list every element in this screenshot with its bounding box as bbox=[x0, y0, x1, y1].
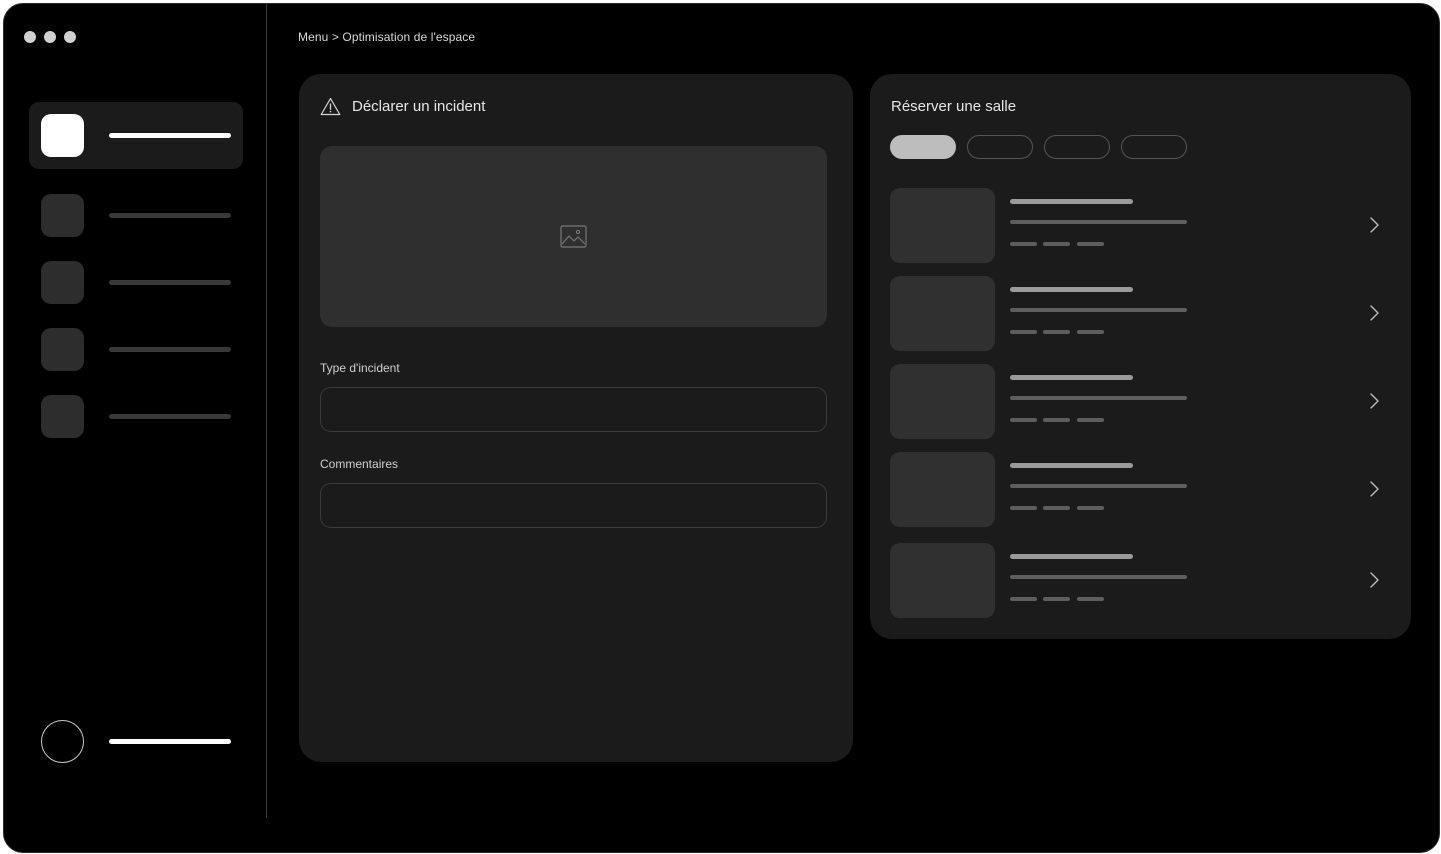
room-meta-placeholder bbox=[1043, 330, 1070, 334]
profile-menu[interactable] bbox=[41, 720, 255, 764]
room-list-item[interactable] bbox=[890, 543, 1390, 619]
sidebar-item-icon bbox=[41, 328, 84, 371]
room-meta-placeholder bbox=[1077, 418, 1104, 422]
room-title-placeholder bbox=[1010, 375, 1133, 380]
sidebar-item-label-placeholder bbox=[109, 133, 231, 138]
room-subtitle-placeholder bbox=[1010, 308, 1187, 312]
sidebar-item-icon bbox=[41, 114, 84, 157]
room-title-placeholder bbox=[1010, 287, 1133, 292]
filter-pill-4[interactable] bbox=[1121, 135, 1187, 159]
profile-name-placeholder bbox=[109, 739, 231, 744]
maximize-dot[interactable] bbox=[64, 31, 76, 43]
room-meta-placeholder bbox=[1043, 506, 1070, 510]
room-list-item[interactable] bbox=[890, 364, 1390, 440]
room-meta-placeholder bbox=[1077, 242, 1104, 246]
room-list-item[interactable] bbox=[890, 276, 1390, 352]
sidebar-item-label-placeholder bbox=[109, 280, 231, 285]
room-meta-placeholder bbox=[1077, 506, 1104, 510]
room-thumbnail bbox=[890, 543, 995, 618]
app-window: Menu > Optimisation de l'espace Déclarer… bbox=[3, 3, 1440, 853]
sidebar-item-3[interactable] bbox=[29, 249, 243, 316]
minimize-dot[interactable] bbox=[44, 31, 56, 43]
room-meta-placeholder bbox=[1010, 506, 1037, 510]
room-thumbnail bbox=[890, 364, 995, 439]
room-meta-placeholder bbox=[1010, 597, 1037, 601]
sidebar-divider bbox=[266, 4, 267, 818]
room-title-placeholder bbox=[1010, 463, 1133, 468]
filter-pills bbox=[890, 135, 1187, 159]
sidebar-item-icon bbox=[41, 261, 84, 304]
close-dot[interactable] bbox=[24, 31, 36, 43]
chevron-right-icon[interactable] bbox=[1368, 480, 1380, 498]
booking-title: Réserver une salle bbox=[891, 98, 1017, 115]
room-meta-placeholder bbox=[1077, 597, 1104, 601]
chevron-right-icon[interactable] bbox=[1368, 392, 1380, 410]
room-subtitle-placeholder bbox=[1010, 220, 1187, 224]
breadcrumb: Menu > Optimisation de l'espace bbox=[298, 30, 476, 44]
incident-type-label: Type d'incident bbox=[320, 361, 400, 375]
avatar bbox=[41, 720, 84, 763]
sidebar-item-1[interactable] bbox=[29, 102, 243, 169]
comments-input[interactable] bbox=[320, 483, 827, 528]
sidebar-item-icon bbox=[41, 395, 84, 438]
room-thumbnail bbox=[890, 276, 995, 351]
filter-pill-3[interactable] bbox=[1044, 135, 1110, 159]
room-meta-placeholder bbox=[1043, 242, 1070, 246]
incident-card: Déclarer un incident Type d'incident Com… bbox=[299, 74, 853, 762]
room-meta-placeholder bbox=[1010, 330, 1037, 334]
image-icon bbox=[560, 225, 587, 248]
filter-pill-2[interactable] bbox=[967, 135, 1033, 159]
sidebar-item-label-placeholder bbox=[109, 347, 231, 352]
room-title-placeholder bbox=[1010, 554, 1133, 559]
sidebar-item-label-placeholder bbox=[109, 213, 231, 218]
room-meta-placeholder bbox=[1010, 418, 1037, 422]
window-controls bbox=[24, 31, 76, 43]
chevron-right-icon[interactable] bbox=[1368, 216, 1380, 234]
sidebar-item-4[interactable] bbox=[29, 316, 243, 383]
room-subtitle-placeholder bbox=[1010, 575, 1187, 579]
sidebar-item-icon bbox=[41, 194, 84, 237]
filter-pill-1[interactable] bbox=[890, 135, 956, 159]
room-meta-placeholder bbox=[1043, 597, 1070, 601]
room-list-item[interactable] bbox=[890, 188, 1390, 264]
room-subtitle-placeholder bbox=[1010, 396, 1187, 400]
chevron-right-icon[interactable] bbox=[1368, 571, 1380, 589]
room-thumbnail bbox=[890, 452, 995, 527]
comments-label: Commentaires bbox=[320, 457, 399, 471]
warning-triangle-icon bbox=[320, 97, 341, 116]
incident-type-input[interactable] bbox=[320, 387, 827, 432]
sidebar-item-2[interactable] bbox=[29, 182, 243, 249]
chevron-right-icon[interactable] bbox=[1368, 304, 1380, 322]
sidebar-item-5[interactable] bbox=[29, 383, 243, 450]
incident-title: Déclarer un incident bbox=[352, 98, 486, 115]
room-meta-placeholder bbox=[1043, 418, 1070, 422]
sidebar-item-label-placeholder bbox=[109, 414, 231, 419]
room-thumbnail bbox=[890, 188, 995, 263]
image-upload-area[interactable] bbox=[320, 146, 827, 327]
booking-card: Réserver une salle bbox=[870, 74, 1411, 639]
room-subtitle-placeholder bbox=[1010, 484, 1187, 488]
room-list-item[interactable] bbox=[890, 452, 1390, 528]
room-meta-placeholder bbox=[1010, 242, 1037, 246]
room-title-placeholder bbox=[1010, 199, 1133, 204]
room-meta-placeholder bbox=[1077, 330, 1104, 334]
